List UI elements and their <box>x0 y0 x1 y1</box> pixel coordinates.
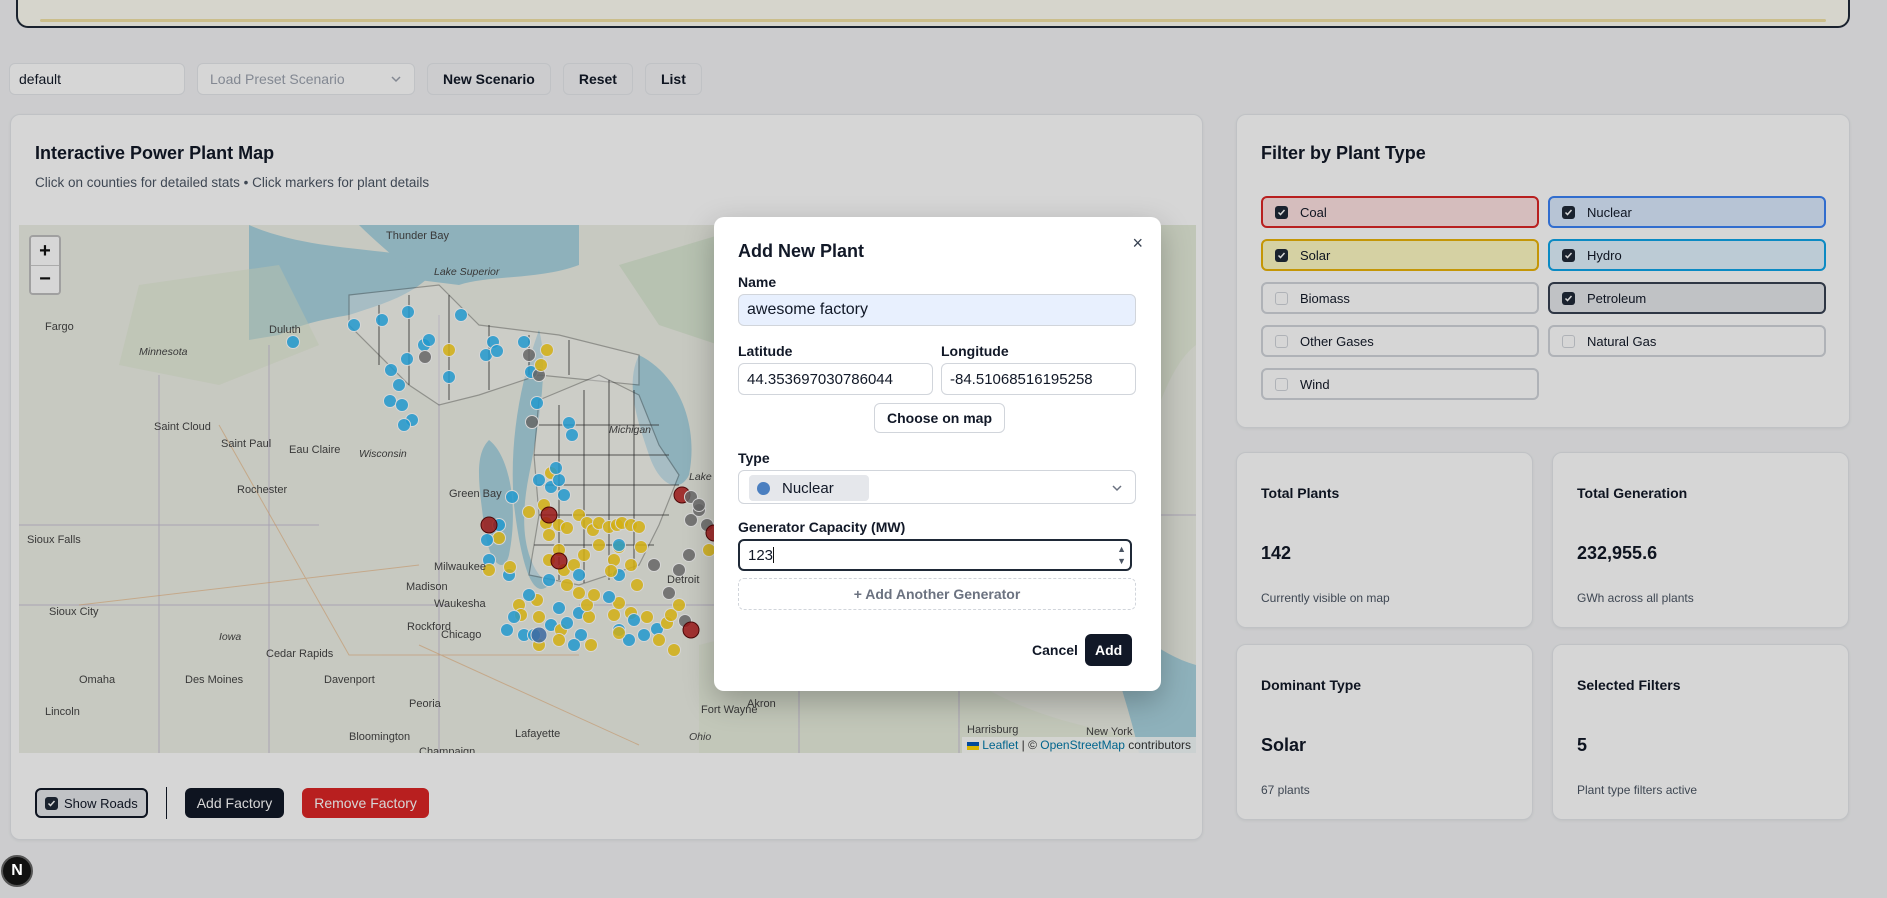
longitude-label: Longitude <box>941 343 1009 359</box>
choose-on-map-button[interactable]: Choose on map <box>874 403 1006 433</box>
add-plant-dialog: Add New Plant × Name awesome factory Lat… <box>714 217 1161 691</box>
stepper-up-icon[interactable]: ▲ <box>1117 543 1126 555</box>
type-label: Type <box>738 450 770 466</box>
number-stepper[interactable]: ▲ ▼ <box>1117 543 1126 567</box>
add-generator-button[interactable]: + Add Another Generator <box>738 578 1136 610</box>
capacity-value: 123 <box>748 546 774 564</box>
close-icon[interactable]: × <box>1132 233 1143 254</box>
type-select[interactable]: Nuclear <box>738 470 1136 504</box>
cancel-button[interactable]: Cancel <box>1020 634 1090 666</box>
latitude-field[interactable]: 44.353697030786044 <box>738 363 933 395</box>
name-label: Name <box>738 274 777 290</box>
capacity-field[interactable]: 123 ▲ ▼ <box>738 539 1132 571</box>
type-value: Nuclear <box>782 479 834 497</box>
longitude-field[interactable]: -84.51068516195258 <box>941 363 1136 395</box>
text-cursor <box>773 547 775 563</box>
stepper-down-icon[interactable]: ▼ <box>1117 555 1126 567</box>
chevron-down-icon <box>1112 485 1122 492</box>
nextjs-badge-icon[interactable]: N <box>1 855 33 887</box>
latitude-label: Latitude <box>738 343 793 359</box>
nuclear-dot-icon <box>757 481 770 495</box>
add-button[interactable]: Add <box>1085 634 1133 666</box>
dialog-title: Add New Plant <box>738 241 865 261</box>
capacity-label: Generator Capacity (MW) <box>738 519 906 535</box>
name-field[interactable]: awesome factory <box>738 294 1136 326</box>
type-selected-pill: Nuclear <box>749 475 869 501</box>
